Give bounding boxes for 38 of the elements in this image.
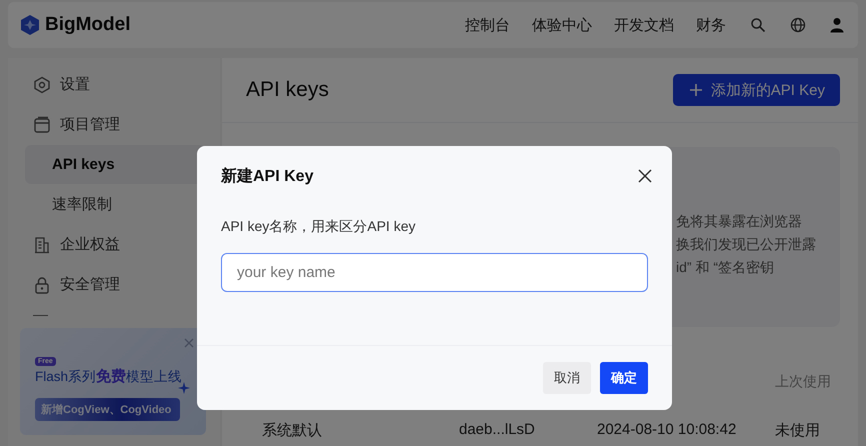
table-cell-text: 系统默认 — [262, 421, 323, 440]
add-key-button[interactable]: 添加新的API Key — [672, 74, 840, 106]
logo-icon[interactable] — [19, 14, 41, 36]
logo-text[interactable]: BigModel — [45, 14, 130, 36]
nav-link[interactable]: 控制台 — [465, 16, 510, 34]
table-cell-text: 2024-08-10 10:08:42 — [597, 421, 738, 440]
lock-icon — [33, 276, 51, 294]
nav-link[interactable]: 开发文档 — [614, 16, 674, 34]
table-cell-text: 未使用 — [775, 421, 821, 440]
column-header: 上次使用 — [775, 373, 831, 389]
sparkle-icon — [178, 382, 190, 394]
magnifier-icon[interactable] — [750, 17, 766, 33]
nav-link[interactable]: 财务 — [696, 16, 726, 34]
promo-headline: Flash系列免费模型上线 — [35, 367, 184, 386]
input-field[interactable]: your key name — [221, 253, 648, 292]
close-icon[interactable] — [638, 169, 652, 183]
window-icon — [33, 116, 51, 134]
page-title: API keys — [246, 78, 329, 102]
sidebar-item[interactable]: 安全管理 — [25, 265, 205, 304]
table-cell-text: daeb...lLsD — [459, 421, 536, 440]
sidebar-item[interactable]: 企业权益 — [25, 225, 205, 264]
promo-subline: 新增CogView、CogVideo — [35, 398, 180, 421]
sidebar-item[interactable]: API keys — [25, 145, 205, 184]
settings-icon — [33, 76, 51, 94]
confirm-button[interactable]: 确定 — [600, 362, 648, 394]
notice-text: 免将其暴露在浏览器 — [676, 212, 803, 231]
field-label: API key名称，用来区分API key — [221, 218, 416, 236]
sidebar-item[interactable]: 设置 — [25, 65, 205, 104]
building-icon — [33, 236, 51, 254]
user-icon[interactable] — [830, 17, 844, 33]
sidebar-item[interactable]: 项目管理 — [25, 105, 205, 144]
notice-text: 换我们发现已公开泄露 — [676, 235, 817, 254]
nav-link[interactable]: 体验中心 — [532, 16, 592, 34]
plus-icon — [688, 83, 703, 97]
notice-text: id” 和 “签名密钥 — [676, 258, 775, 277]
globe-icon[interactable] — [790, 17, 806, 33]
dialog-title: 新建API Key — [221, 166, 314, 186]
cancel-button[interactable]: 取消 — [543, 362, 591, 394]
